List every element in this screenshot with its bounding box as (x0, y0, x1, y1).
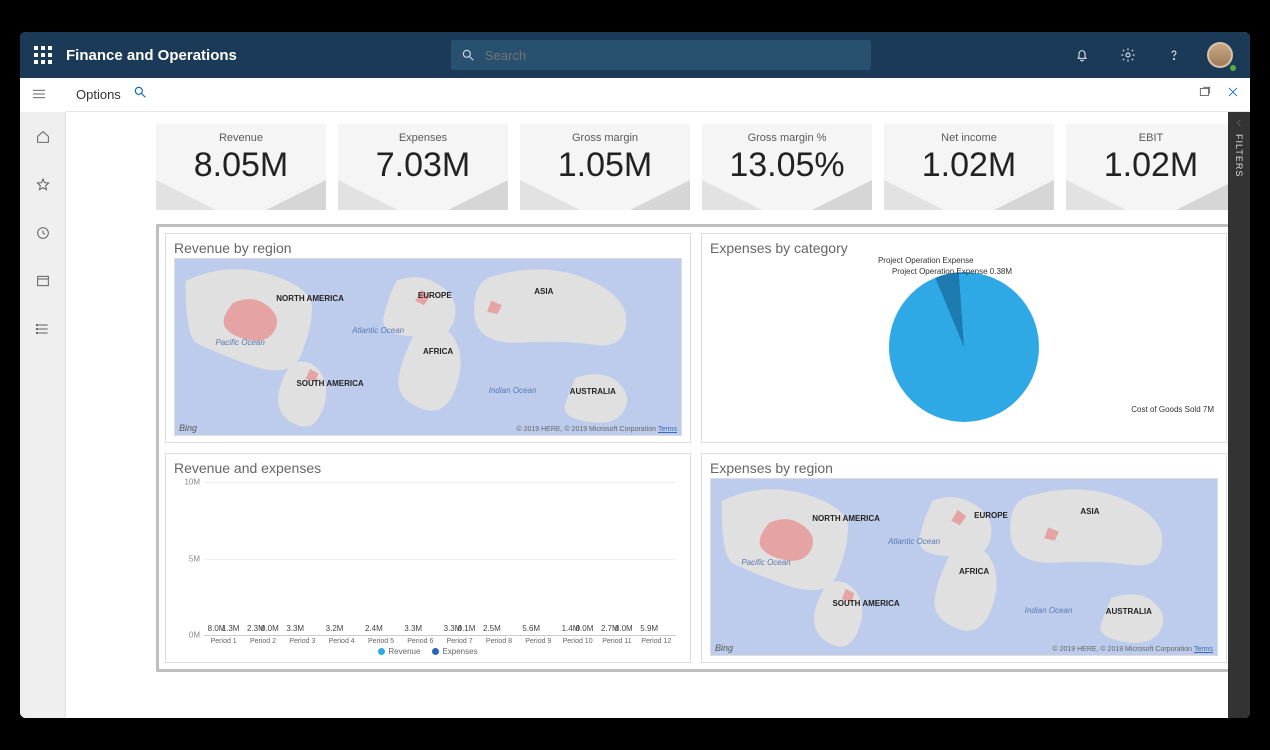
kpi-value: 13.05% (718, 146, 856, 185)
chevron-left-icon (1234, 118, 1244, 128)
settings-button[interactable] (1112, 39, 1144, 71)
search-box[interactable] (451, 40, 871, 70)
kpi-value: 1.05M (536, 146, 674, 185)
kpi-label: Revenue (172, 132, 310, 144)
app-title: Finance and Operations (66, 47, 237, 64)
kpi-value: 1.02M (900, 146, 1038, 185)
close-button[interactable] (1226, 85, 1240, 104)
y-tick: 10M (184, 478, 204, 487)
panel-expenses-by-region[interactable]: Expenses by region (701, 453, 1227, 663)
dashboard-content: Revenue 8.05M Expenses 7.03M Gross margi… (66, 112, 1250, 718)
search-input[interactable] (483, 47, 861, 64)
pie-value: Project Operation Expense 0.38M (892, 267, 1012, 276)
pie-label: Project Operation Expense (878, 256, 974, 265)
panel-revenue-by-region[interactable]: Revenue by region (165, 233, 691, 443)
world-map[interactable]: NORTH AMERICA SOUTH AMERICA EUROPE AFRIC… (710, 478, 1218, 656)
kpi-net-income[interactable]: Net income 1.02M (884, 124, 1054, 210)
options-button[interactable]: Options (76, 87, 121, 102)
kpi-label: Expenses (354, 132, 492, 144)
map-canvas (175, 259, 681, 435)
presence-dot-icon (1228, 63, 1238, 73)
app-launcher-icon[interactable] (34, 46, 52, 64)
nav-recent[interactable] (28, 218, 58, 248)
panel-revenue-and-expenses[interactable]: Revenue and expenses 10M 5M 0M 8.0M1.3M2… (165, 453, 691, 663)
map-credits: © 2019 HERE, © 2019 Microsoft Corporatio… (516, 426, 677, 433)
kpi-value: 1.02M (1082, 146, 1220, 185)
kpi-value: 8.05M (172, 146, 310, 185)
map-provider: Bing (179, 423, 197, 433)
filters-rail[interactable]: FILTERS (1228, 112, 1250, 718)
nav-toggle-button[interactable] (30, 85, 48, 108)
panel-title: Expenses by region (710, 460, 1218, 476)
y-tick: 0M (189, 631, 204, 640)
clock-icon (35, 225, 51, 241)
map-provider: Bing (715, 643, 733, 653)
options-bar: Options (66, 78, 1250, 112)
kpi-label: EBIT (1082, 132, 1220, 144)
map-terms-link[interactable]: Terms (1194, 646, 1213, 653)
y-tick: 5M (189, 554, 204, 563)
kpi-expenses[interactable]: Expenses 7.03M (338, 124, 508, 210)
page-search-button[interactable] (133, 85, 147, 104)
panel-title: Expenses by category (710, 240, 1218, 256)
filters-label: FILTERS (1234, 134, 1244, 177)
user-menu[interactable] (1204, 39, 1236, 71)
nav-home[interactable] (28, 122, 58, 152)
workspace-icon (35, 273, 51, 289)
kpi-label: Net income (900, 132, 1038, 144)
kpi-row: Revenue 8.05M Expenses 7.03M Gross margi… (156, 124, 1236, 210)
pie-label: Cost of Goods Sold 7M (1131, 405, 1214, 414)
global-header: Finance and Operations (20, 32, 1250, 78)
gear-icon (1120, 47, 1136, 63)
home-icon (35, 129, 51, 145)
panels-grid: Revenue by region (156, 224, 1236, 672)
map-terms-link[interactable]: Terms (658, 426, 677, 433)
world-map[interactable]: NORTH AMERICA SOUTH AMERICA EUROPE AFRIC… (174, 258, 682, 436)
kpi-ebit[interactable]: EBIT 1.02M (1066, 124, 1236, 210)
kpi-label: Gross margin % (718, 132, 856, 144)
nav-favorites[interactable] (28, 170, 58, 200)
help-icon (1166, 47, 1182, 63)
nav-modules[interactable] (28, 314, 58, 344)
chart-legend: Revenue Expenses (174, 647, 682, 656)
panel-title: Revenue and expenses (174, 460, 682, 476)
modules-icon (35, 321, 51, 337)
panel-expenses-by-category[interactable]: Expenses by category Project Operation E… (701, 233, 1227, 443)
nav-workspaces[interactable] (28, 266, 58, 296)
kpi-revenue[interactable]: Revenue 8.05M (156, 124, 326, 210)
pie-chart[interactable] (889, 272, 1039, 422)
x-axis-labels: Period 1Period 2Period 3Period 4Period 5… (204, 638, 676, 645)
panel-title: Revenue by region (174, 240, 682, 256)
kpi-gross-margin[interactable]: Gross margin 1.05M (520, 124, 690, 210)
star-icon (35, 177, 51, 193)
kpi-label: Gross margin (536, 132, 674, 144)
map-credits: © 2019 HERE, © 2019 Microsoft Corporatio… (1052, 646, 1213, 653)
kpi-gross-margin-pct[interactable]: Gross margin % 13.05% (702, 124, 872, 210)
left-nav (20, 112, 66, 718)
open-window-button[interactable] (1198, 85, 1212, 104)
notifications-button[interactable] (1066, 39, 1098, 71)
kpi-value: 7.03M (354, 146, 492, 185)
bar-chart[interactable]: 10M 5M 0M 8.0M1.3M2.3M0.0M3.3M3.2M2.4M3.… (204, 482, 676, 636)
map-canvas (711, 479, 1217, 655)
help-button[interactable] (1158, 39, 1190, 71)
search-icon (461, 48, 475, 62)
bell-icon (1074, 47, 1090, 63)
